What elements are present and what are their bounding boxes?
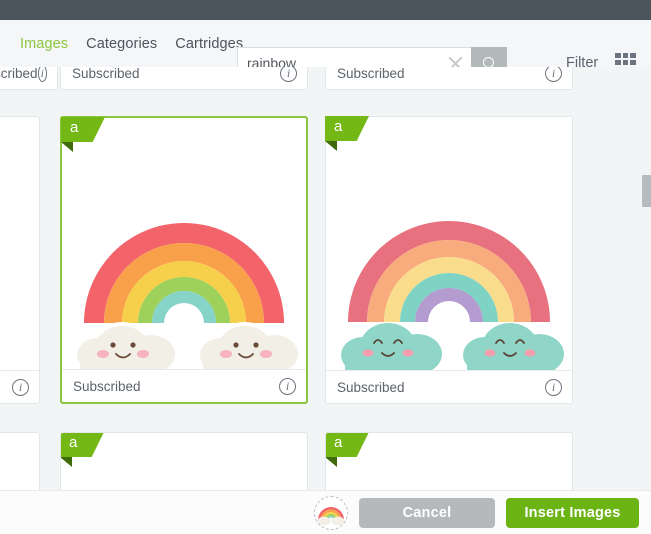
subscription-badge: a: [325, 116, 373, 151]
badge-letter: a: [69, 434, 78, 451]
card-footer: Subscribed i: [0, 67, 57, 89]
subscription-status: Subscribed: [72, 67, 140, 81]
card-footer: Subscribed i: [326, 370, 572, 403]
badge-flag: [326, 433, 369, 457]
nav-tabs: Images Categories Cartridges: [11, 36, 252, 52]
info-icon[interactable]: i: [279, 377, 296, 395]
list-item[interactable]: [0, 432, 40, 490]
card-image-rainbow-mint-clouds[interactable]: [326, 117, 572, 370]
window-titlebar: [0, 0, 651, 20]
list-item[interactable]: a: [60, 432, 308, 490]
card-image: [0, 117, 39, 370]
info-icon[interactable]: i: [545, 67, 562, 82]
subscription-status: Subscribed: [73, 378, 141, 394]
subscription-badge: a: [326, 433, 373, 467]
info-icon[interactable]: i: [12, 378, 29, 396]
list-item[interactable]: a: [325, 432, 573, 490]
insert-images-button[interactable]: Insert Images: [506, 497, 639, 528]
action-bar: Cancel Insert Images: [0, 490, 651, 534]
card-footer: i: [0, 370, 39, 403]
tab-images[interactable]: Images: [11, 36, 77, 52]
card-image-rainbow-white-clouds[interactable]: [62, 118, 306, 369]
subscription-status: Subscribed: [0, 67, 38, 81]
cloud-right: [196, 322, 302, 369]
cloud-left: [73, 322, 179, 369]
subscription-badge: a: [61, 433, 108, 467]
cloud-right: [463, 323, 564, 370]
image-card-selected[interactable]: a Subscribed i: [60, 116, 308, 404]
card-footer: Subscribed i: [326, 67, 572, 89]
list-item[interactable]: Subscribed i: [0, 67, 58, 90]
results-grid: Subscribed i Subscribed i Subscribed i i: [0, 67, 651, 490]
card-footer: Subscribed i: [61, 67, 307, 89]
info-icon[interactable]: i: [545, 378, 562, 396]
selected-image-thumbnail[interactable]: [314, 495, 348, 530]
vertical-scrollbar-thumb[interactable]: [642, 175, 651, 207]
tab-categories[interactable]: Categories: [77, 36, 166, 52]
cloud-left: [341, 323, 442, 370]
rainbow-with-mint-clouds-illustration: [341, 221, 564, 370]
list-item[interactable]: Subscribed i: [60, 67, 308, 90]
badge-flag: [61, 117, 105, 142]
image-card[interactable]: a Subscribed i: [325, 116, 573, 404]
vertical-scrollbar-track[interactable]: [642, 67, 651, 490]
badge-letter: a: [334, 118, 343, 135]
badge-flag: [61, 433, 104, 457]
subscription-status: Subscribed: [337, 67, 405, 81]
thumbnail-rainbow-icon: [317, 506, 345, 525]
cancel-button[interactable]: Cancel: [359, 497, 495, 528]
image-picker-dialog: Images Categories Cartridges Filter Subs…: [0, 0, 651, 534]
list-item[interactable]: Subscribed i: [325, 67, 573, 90]
badge-flag: [325, 116, 369, 141]
rainbow-with-white-clouds-illustration: [73, 219, 302, 369]
subscription-status: Subscribed: [337, 379, 405, 395]
badge-letter: a: [334, 434, 343, 451]
list-item[interactable]: i: [0, 116, 40, 404]
info-icon[interactable]: i: [37, 67, 47, 82]
badge-letter: a: [70, 119, 79, 136]
info-icon[interactable]: i: [280, 67, 297, 82]
card-footer: Subscribed i: [62, 369, 306, 402]
subscription-badge: a: [61, 117, 109, 152]
toolbar: Images Categories Cartridges Filter: [0, 20, 651, 79]
